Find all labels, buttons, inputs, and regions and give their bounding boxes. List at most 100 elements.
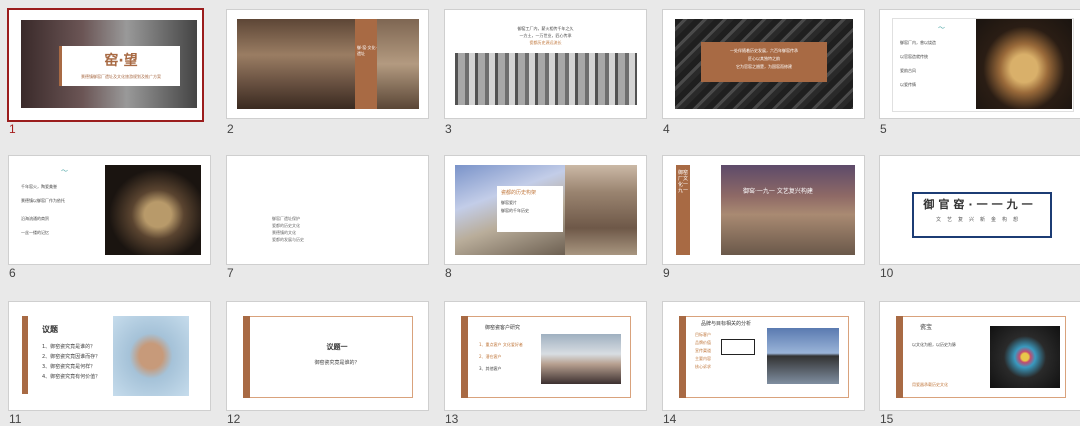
slide-label: 瓷都的历史构架	[501, 190, 537, 196]
slide-photo-car	[541, 334, 621, 384]
slide-number: 7	[227, 266, 234, 280]
slide-line: 以瓷传情	[900, 82, 916, 87]
slide-vertical-bar	[896, 316, 903, 398]
slide-thumbnail-3[interactable]: 御窑工厂内，薪火相传千年之久 一方土，一万世业，匠心传承 瓷都历史源远流长	[445, 10, 646, 118]
slide-line: 1、重点客户 文化爱好者	[479, 342, 523, 347]
slide-title-main: 御窑·一九一	[743, 188, 775, 195]
slide-line: 沿海流通的商贸	[21, 216, 49, 221]
slide-thumbnail-7[interactable]: 御窑厂遗址保护 瓷都的历史文化 景德镇的文化 瓷都的发展与历史	[227, 156, 428, 264]
slide-vertical-text: 御窑厂文化一九一	[678, 170, 689, 194]
slide-number: 9	[663, 266, 670, 280]
slide-line: 一方土，一万世业，匠心传承	[519, 33, 572, 38]
agenda-item: 2、御窑瓷究竟因谁而存？	[42, 354, 101, 360]
slide-title: 御官窑·一一九一	[923, 198, 1037, 211]
slide-subtitle: 文艺复兴新金构想	[935, 217, 1024, 223]
slide-thumbnail-11[interactable]: 议题 1、御窑瓷究竟是谁的？ 2、御窑瓷究竟因谁而存？ 3、御窑瓷究竟是何样？ …	[9, 302, 210, 410]
slide-thumbnail-10[interactable]: 御官窑·一一九一 文艺复兴新金构想	[880, 156, 1080, 264]
slide-title: 御窑·一九一 文艺复兴构建	[743, 186, 813, 195]
slide-line: 御窑瓷片	[501, 200, 517, 205]
slide-photo-bowl	[976, 19, 1072, 109]
slide-thumbnail-6[interactable]: 〜 千年窑火，陶瓷美誉 景德镇以御窑厂作为依托 沿海流通的商贸 一丝一缕的记忆	[9, 156, 210, 264]
slide-highlight-box	[721, 339, 755, 355]
slide-line: 它为官窑之翘楚，为国窑而修建	[736, 64, 792, 69]
slide-thumbnail-13[interactable]: 御窑瓷客户研究 1、重点客户 文化爱好者 2、潜在客户 3、其他客户	[445, 302, 646, 410]
slide-line: 以文化为根，以历史为脉	[912, 342, 956, 347]
slide-line: 瓷韵古风	[900, 68, 916, 73]
slide-number: 10	[880, 266, 894, 280]
slide-line: 御窑的千年历史	[501, 208, 529, 213]
table-row: 目标客户	[695, 332, 711, 337]
slide-number: 12	[227, 412, 241, 426]
slide-number: 3	[445, 122, 452, 136]
slide-line: 2、潜在客户	[479, 354, 502, 359]
slide-title: 议题	[42, 325, 58, 334]
slide-line: 以官窑造就传统	[900, 54, 928, 59]
slide-thumbnail-1[interactable]: 窑·望 景德镇御窑厂遗址及文化旅游规划及推广方案	[9, 10, 202, 120]
slide-title-panel: 窑·望 景德镇御窑厂遗址及文化旅游规划及推广方案	[59, 46, 180, 86]
slide-line: 一处伴随着历史发展，六百年御窑传承	[730, 48, 798, 53]
slide-vertical-bar	[461, 316, 468, 398]
slide-vertical-bar	[22, 316, 28, 394]
bird-icon: 〜	[938, 24, 945, 32]
slide-thumbnail-2[interactable]: 御·窑·文化·遗址	[227, 10, 428, 118]
slide-photo-ship	[105, 165, 201, 255]
slide-thumbnail-9[interactable]: 御窑厂文化一九一 御窑·一九一 文艺复兴构建	[663, 156, 864, 264]
slide-line-highlight: 瓷都历史源远流长	[529, 40, 562, 45]
bird-icon: 〜	[61, 167, 68, 175]
agenda-item: 4、御窑瓷究竟有何价值？	[42, 374, 101, 380]
slide-photo-signpost	[767, 328, 839, 384]
slide-number: 8	[445, 266, 452, 280]
table-row: 主要内容	[695, 356, 711, 361]
slide-thumbnail-8[interactable]: 瓷都的历史构架 御窑瓷片 御窑的千年历史	[445, 156, 646, 264]
slide-number: 5	[880, 122, 887, 136]
slide-vertical-bar	[679, 316, 686, 398]
slide-vertical-bar	[243, 316, 250, 398]
slide-title: 议题一	[326, 343, 348, 351]
slide-caption-bar	[355, 19, 377, 109]
slide-line: 御窑厂遗址保护	[272, 216, 300, 221]
slide-thumbnail-5[interactable]: 〜 御窑厂内，曾以烧造 以官窑造就传统 瓷韵古风 以瓷传情	[880, 10, 1080, 118]
slide-thumbnail-14[interactable]: 品牌与目标相关的分析 目标客户 品牌价值 宣传渠道 主要内容 核心诉求	[663, 302, 864, 410]
slide-subtitle: 景德镇御窑厂遗址及文化旅游规划及推广方案	[81, 74, 161, 79]
slide-line: 千年窑火，陶瓷美誉	[21, 184, 57, 189]
slide-line: 御窑厂内，曾以烧造	[900, 40, 936, 45]
slide-photo-man	[113, 316, 189, 396]
slide-number: 6	[9, 266, 16, 280]
slide-thumbnail-12[interactable]: 议题一 御窑瓷究竟是谁的？	[227, 302, 428, 410]
slide-number: 1	[9, 122, 16, 136]
table-row: 宣传渠道	[695, 348, 711, 353]
slide-thumbnail-4[interactable]: 一处伴随着历史发展，六百年御窑传承 匠心以其独特之韵 它为官窑之翘楚，为国窑而修…	[663, 10, 864, 118]
slide-title: 瓷宝	[920, 324, 933, 331]
slide-line: 瓷都的历史文化	[272, 223, 300, 228]
slide-title-rest: 文艺复兴构建	[774, 188, 813, 195]
slide-photo-gate	[237, 19, 355, 109]
slide-line: 一丝一缕的记忆	[21, 230, 49, 235]
slide-subtitle: 御窑瓷究竟是谁的？	[314, 360, 360, 366]
slide-number: 11	[9, 412, 22, 426]
agenda-item: 3、御窑瓷究竟是何样？	[42, 364, 96, 370]
slide-number: 4	[663, 122, 670, 136]
slide-number: 15	[880, 412, 894, 426]
slide-photo-gems	[990, 326, 1060, 388]
slide-line: 瓷都的发展与历史	[272, 237, 304, 242]
slide-number: 2	[227, 122, 234, 136]
agenda-item: 1、御窑瓷究竟是谁的？	[42, 344, 96, 350]
slide-caption: 御·窑·文化·遗址	[357, 45, 377, 56]
slide-title: 窑·望	[104, 53, 138, 69]
slide-title: 品牌与目标相关的分析	[701, 321, 752, 327]
table-row: 品牌价值	[695, 340, 711, 345]
slide-line: 匠心以其独特之韵	[748, 56, 780, 61]
slide-line: 御窑工厂内，薪火相传千年之久	[517, 26, 574, 31]
slide-line: 景德镇以御窑厂作为依托	[21, 198, 65, 203]
slide-title: 御窑瓷客户研究	[485, 325, 521, 331]
slide-photo-right	[377, 19, 419, 109]
slide-frame	[243, 316, 413, 398]
slide-photo-chimney	[565, 165, 637, 255]
slide-number: 13	[445, 412, 459, 426]
slide-line: 3、其他客户	[479, 366, 502, 371]
slide-photo-waterwheels	[455, 53, 637, 105]
slide-photo-plaza	[721, 165, 855, 255]
slide-line: 景德镇的文化	[272, 230, 296, 235]
slide-number: 14	[663, 412, 677, 426]
slide-thumbnail-15[interactable]: 瓷宝 以文化为根，以历史为脉 用瓷器承载历史文化	[880, 302, 1080, 410]
